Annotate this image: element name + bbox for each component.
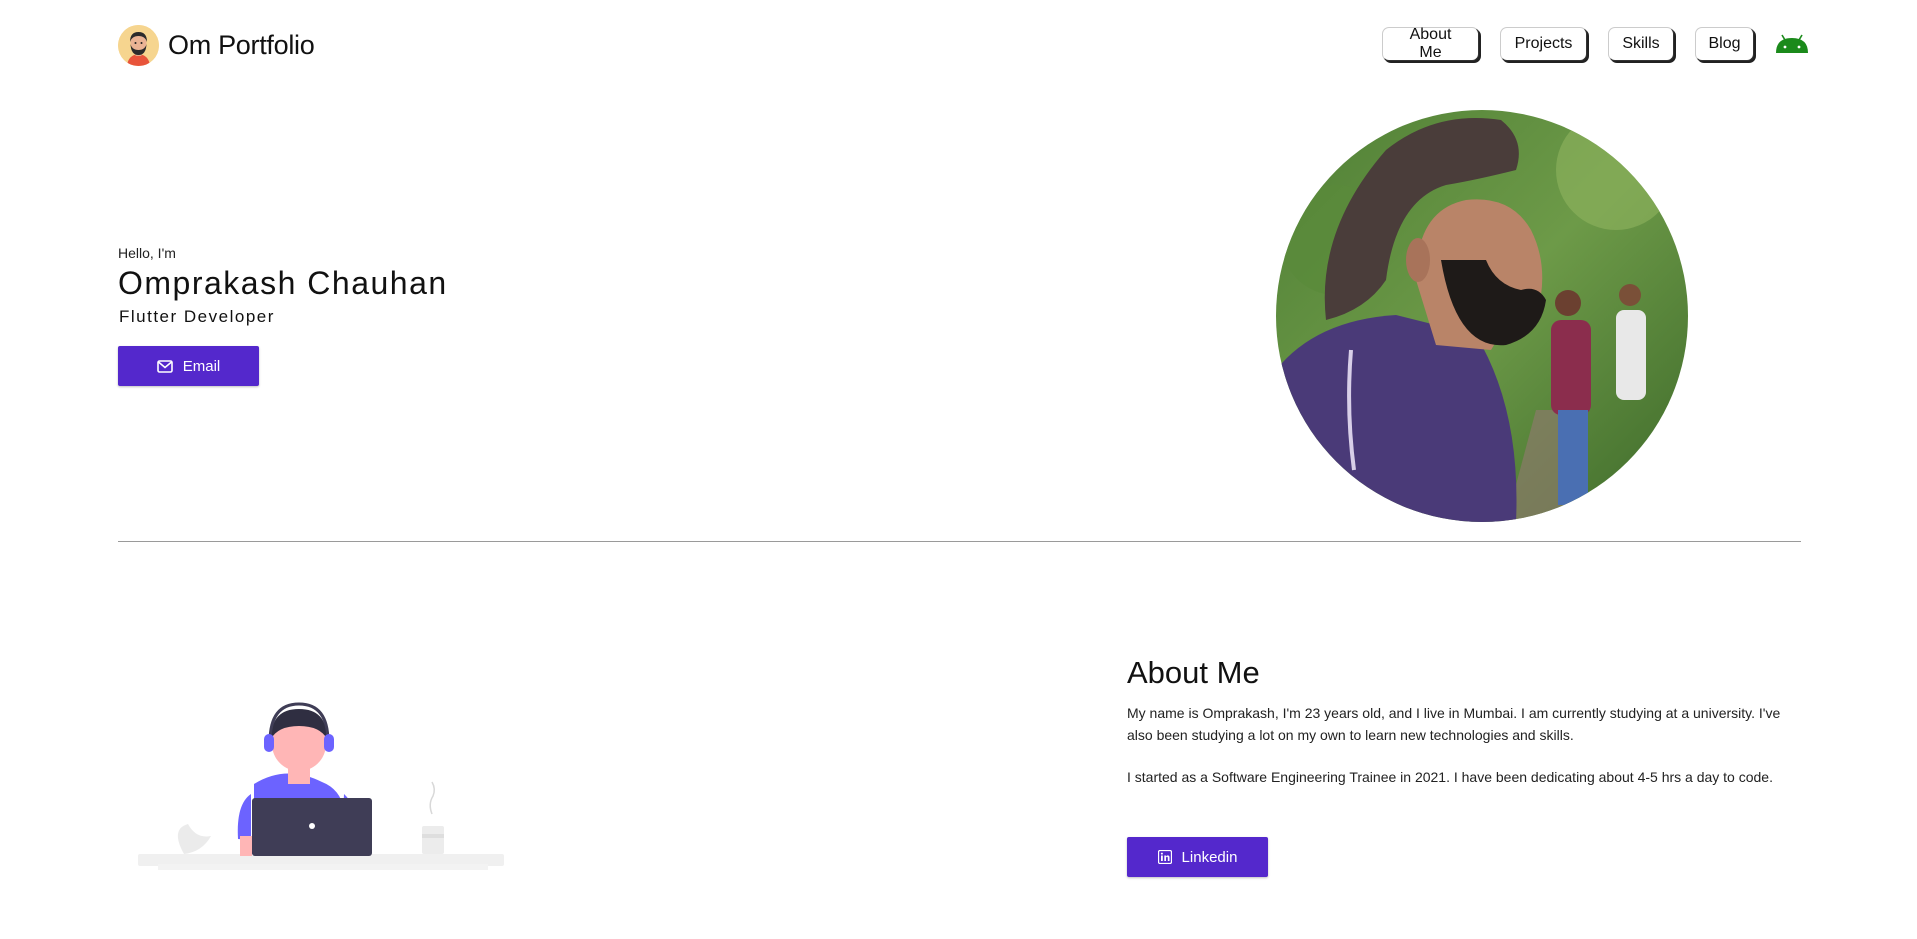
hero-greeting: Hello, I'm — [118, 245, 176, 261]
about-paragraph: I started as a Software Engineering Trai… — [1127, 769, 1773, 785]
nav-about-me-button[interactable]: About Me — [1382, 26, 1479, 61]
about-title: About Me — [1127, 655, 1260, 690]
nav-skills-button[interactable]: Skills — [1608, 27, 1674, 61]
email-button[interactable]: Email — [118, 346, 259, 386]
mail-icon — [156, 359, 173, 373]
brand[interactable]: Om Portfolio — [118, 24, 315, 66]
avatar-logo-icon — [118, 24, 159, 66]
android-icon[interactable] — [1775, 34, 1809, 54]
profile-photo — [1276, 110, 1688, 522]
linkedin-icon — [1157, 849, 1172, 865]
brand-name: Om Portfolio — [168, 29, 315, 60]
developer-illustration — [136, 664, 506, 870]
linkedin-button[interactable]: Linkedin — [1127, 837, 1268, 877]
hero-role: Flutter Developer — [119, 307, 275, 326]
about-paragraph: My name is Omprakash, I'm 23 years old, … — [1127, 705, 1781, 743]
email-button-label: Email — [182, 357, 221, 375]
hero-name: Omprakash Chauhan — [118, 265, 448, 301]
top-nav: About Me Projects Skills Blog — [1382, 26, 1809, 61]
nav-blog-button[interactable]: Blog — [1695, 27, 1754, 61]
section-divider — [118, 541, 1801, 542]
linkedin-button-label: Linkedin — [1181, 848, 1238, 866]
nav-projects-button[interactable]: Projects — [1500, 27, 1587, 61]
